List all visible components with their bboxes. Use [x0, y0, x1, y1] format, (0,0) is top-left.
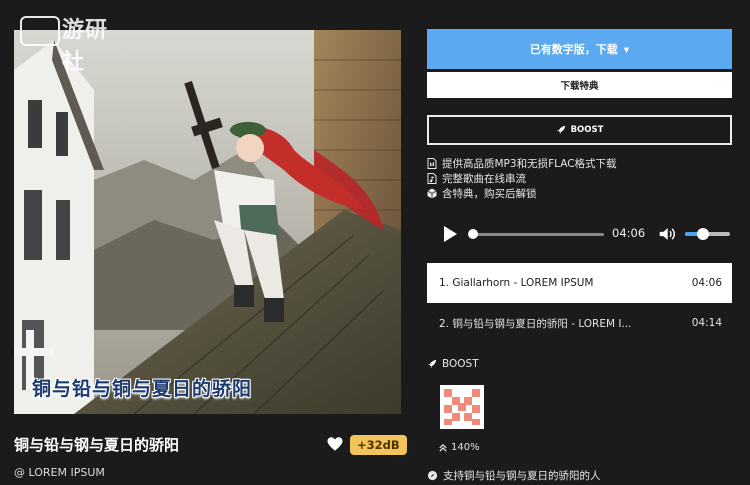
cover-artwork: [14, 30, 401, 414]
progress-bar[interactable]: [472, 233, 604, 236]
gamepad-icon: [20, 16, 60, 46]
watermark-text: 游研社: [62, 17, 109, 75]
rocket-icon: [556, 125, 565, 135]
feature-text: 提供高品质MP3和无损FLAC格式下载: [442, 158, 617, 170]
track-list: 1. Giallarhorn - LOREM IPSUM 04:06 2. 铜与…: [427, 263, 732, 343]
boost-percent-value: 140%: [451, 442, 480, 453]
album-title: 铜与铅与钢与夏日的骄阳: [14, 436, 180, 454]
feature-item: 含特典，购买后解锁: [427, 186, 617, 201]
download-button[interactable]: 已有数字版，下载 ▼: [427, 29, 732, 69]
file-audio-icon: [427, 158, 437, 169]
feature-item: 完整歌曲在线串流: [427, 171, 617, 186]
track-title: 1. Giallarhorn - LOREM IPSUM: [439, 277, 594, 289]
play-icon[interactable]: [442, 225, 458, 243]
boost-badge: +32dB: [350, 435, 407, 455]
support-link[interactable]: 支持铜与铅与钢与夏日的骄阳的人: [427, 468, 601, 483]
track-title: 2. 铜与铅与钢与夏日的骄阳 - LOREM I...: [439, 317, 632, 330]
track-time: 04:06: [612, 226, 646, 240]
track-row[interactable]: 2. 铜与铅与钢与夏日的骄阳 - LOREM I... 04:14: [427, 303, 732, 343]
volume-slider[interactable]: [685, 228, 730, 240]
watermark-logo: 游研社: [20, 12, 130, 75]
feature-list: 提供高品质MP3和无损FLAC格式下载 完整歌曲在线串流 含特典，购买后解锁: [427, 156, 617, 201]
supporters-heading-label: BOOST: [442, 358, 479, 370]
cover-caption: 铜与铅与铜与夏日的骄阳: [32, 378, 253, 400]
box-icon: [427, 188, 437, 199]
identicon: [440, 385, 484, 429]
volume-handle[interactable]: [697, 228, 709, 240]
heart-icon[interactable]: [326, 435, 344, 453]
volume-icon[interactable]: [658, 226, 676, 242]
track-duration: 04:06: [691, 277, 722, 289]
download-bonus-label: 下载特典: [560, 81, 599, 92]
track-row[interactable]: 1. Giallarhorn - LOREM IPSUM 04:06: [427, 263, 732, 303]
album-cover: 铜与铅与铜与夏日的骄阳: [14, 30, 401, 414]
chevron-down-icon: ▼: [623, 45, 630, 54]
supporter-avatar[interactable]: [440, 385, 484, 429]
supporters-heading: BOOST: [427, 358, 479, 370]
download-button-label: 已有数字版，下载: [529, 43, 618, 56]
file-music-icon: [427, 173, 437, 184]
rocket-icon: [427, 359, 437, 369]
boost-percent: 140%: [439, 442, 480, 453]
feature-item: 提供高品质MP3和无损FLAC格式下载: [427, 156, 617, 171]
feature-text: 完整歌曲在线串流: [442, 173, 526, 185]
download-bonus-button[interactable]: 下载特典: [427, 72, 732, 98]
artist-name[interactable]: @ LOREM IPSUM: [14, 466, 105, 479]
audio-player: 04:06: [440, 223, 730, 245]
compass-icon: [427, 470, 438, 481]
boost-button[interactable]: BOOST: [427, 115, 732, 145]
track-duration: 04:14: [691, 317, 722, 329]
chevron-up-double-icon: [439, 443, 447, 452]
boost-button-label: BOOST: [570, 125, 604, 135]
support-text: 支持铜与铅与钢与夏日的骄阳的人: [443, 470, 601, 482]
feature-text: 含特典，购买后解锁: [442, 188, 537, 200]
progress-handle[interactable]: [468, 229, 478, 239]
